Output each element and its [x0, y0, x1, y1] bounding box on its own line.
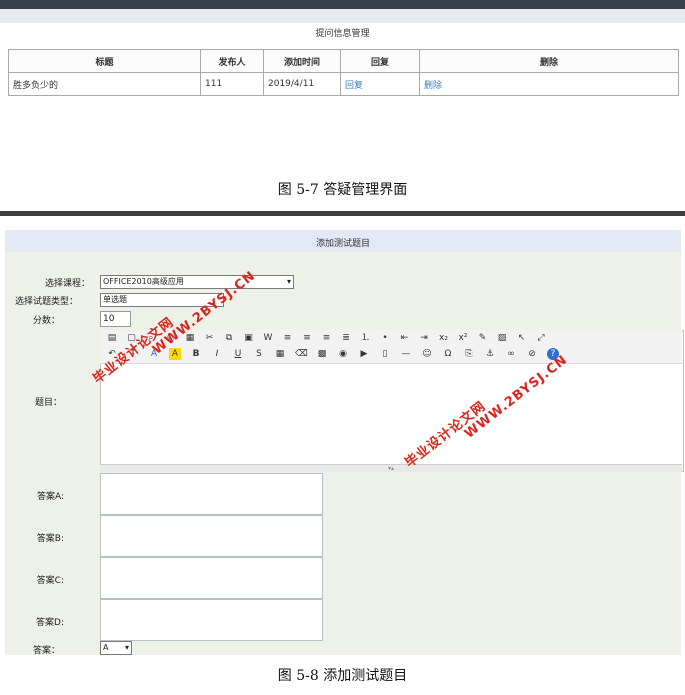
figure-caption-5-8: 图 5-8 添加测试题目	[277, 668, 408, 684]
table-icon[interactable]: ▦	[274, 348, 286, 360]
emoticon-icon[interactable]: ☺	[421, 348, 433, 360]
remove-format-icon[interactable]: ⌫	[295, 348, 308, 360]
answer-a-label: 答案A:	[36, 492, 64, 502]
cell-delete: 删除	[419, 72, 679, 96]
editor-resize-handle[interactable]: ▾▴	[100, 464, 682, 472]
table-header-row: 标题 发布人 添加时间 回复 删除	[8, 49, 679, 73]
media-icon[interactable]: ▶	[358, 348, 370, 360]
answer-c-label: 答案C:	[36, 576, 64, 586]
answer-d-label: 答案D:	[36, 618, 64, 628]
align-center-icon[interactable]: ≡	[301, 332, 313, 344]
cell-time: 2019/4/11	[263, 72, 341, 96]
column-header-publisher: 发布人	[200, 49, 264, 73]
justify-icon[interactable]: ≣	[340, 332, 352, 344]
top-dark-bar-2	[0, 211, 685, 216]
course-label: 选择课程：	[44, 279, 90, 289]
answer-select[interactable]: A ▾	[100, 641, 132, 655]
column-header-time: 添加时间	[263, 49, 341, 73]
indent-icon[interactable]: ⇥	[418, 332, 430, 344]
paste-icon[interactable]: ▣	[243, 332, 255, 344]
cell-publisher: 111	[200, 72, 264, 96]
figure-caption-5-7: 图 5-7 答疑管理界面	[277, 182, 408, 198]
answer-c-textarea[interactable]	[100, 557, 323, 599]
page-break-icon[interactable]: ⎘	[463, 348, 475, 360]
align-right-icon[interactable]: ≡	[321, 332, 333, 344]
select-all-icon[interactable]: ▨	[496, 332, 508, 344]
table-row: 胜多负少的 111 2019/4/11 回复 删除	[8, 72, 679, 96]
format-icon[interactable]: ✎	[477, 332, 489, 344]
special-char-icon[interactable]: Ω	[442, 348, 454, 360]
maximize-icon[interactable]: ⤢	[535, 332, 547, 344]
panel-title-add-question: 添加测试题目	[315, 239, 370, 249]
file-icon[interactable]: ▯	[379, 348, 391, 360]
answer-label: 答案：	[32, 646, 60, 656]
column-header-title: 标题	[8, 49, 201, 73]
chevron-down-icon: ▾	[124, 643, 129, 652]
editor-toolbar-row-2: ↶ T A A B I U S ▦ ⌫ ▩ ◉ ▶ ▯ — ☺ Ω ⎘ ⚓ ∞ ⊘?	[100, 346, 682, 364]
underline-icon[interactable]: U	[232, 348, 244, 360]
answer-d-textarea[interactable]	[100, 599, 323, 641]
link-icon[interactable]: ∞	[505, 348, 517, 360]
panel-title-questions: 提问信息管理	[315, 29, 370, 39]
paste-word-icon[interactable]: W	[262, 332, 274, 344]
score-label: 分数：	[32, 316, 60, 326]
top-dark-bar	[0, 0, 685, 9]
hr-icon[interactable]: —	[400, 348, 412, 360]
ordered-list-icon[interactable]: ⒈	[360, 332, 372, 344]
superscript-icon[interactable]: x²	[457, 332, 469, 344]
answer-b-textarea[interactable]	[100, 515, 323, 557]
cell-title: 胜多负少的	[8, 72, 201, 96]
bg-color-icon[interactable]: A	[169, 348, 181, 360]
course-select[interactable]: OFFICE2010高级应用 ▾	[100, 275, 294, 289]
flash-icon[interactable]: ◉	[337, 348, 349, 360]
unlink-icon[interactable]: ⊘	[526, 348, 538, 360]
reply-link[interactable]: 回复	[345, 81, 363, 91]
copy-icon[interactable]: ⧉	[223, 332, 235, 344]
bold-icon[interactable]: B	[190, 348, 202, 360]
column-header-delete: 删除	[419, 49, 679, 73]
cell-reply: 回复	[340, 72, 420, 96]
outdent-icon[interactable]: ⇤	[399, 332, 411, 344]
answer-b-label: 答案B:	[36, 534, 64, 544]
source-icon[interactable]: ▤	[106, 332, 118, 344]
question-type-value: 单选题	[103, 295, 127, 304]
subscript-icon[interactable]: x₂	[438, 332, 450, 344]
delete-link[interactable]: 删除	[424, 81, 442, 91]
course-select-value: OFFICE2010高级应用	[103, 277, 184, 286]
align-left-icon[interactable]: ≡	[282, 332, 294, 344]
answer-a-textarea[interactable]	[100, 473, 323, 515]
chevron-down-icon: ▾	[286, 277, 291, 286]
anchor-icon[interactable]: ⚓	[484, 348, 496, 360]
top-light-bar	[0, 9, 685, 23]
questions-table: 标题 发布人 添加时间 回复 删除 胜多负少的 111 2019/4/11 回复…	[8, 49, 679, 96]
question-label: 题目：	[34, 398, 62, 408]
answer-select-value: A	[103, 643, 109, 652]
image-icon[interactable]: ▩	[316, 348, 328, 360]
score-input[interactable]: 10	[100, 311, 131, 327]
column-header-reply: 回复	[340, 49, 420, 73]
question-type-label: 选择试题类型：	[14, 297, 78, 307]
strike-icon[interactable]: S	[253, 348, 265, 360]
pointer-icon[interactable]: ↖	[516, 332, 528, 344]
unordered-list-icon[interactable]: •	[379, 332, 391, 344]
italic-icon[interactable]: I	[211, 348, 223, 360]
cut-icon[interactable]: ✂	[204, 332, 216, 344]
